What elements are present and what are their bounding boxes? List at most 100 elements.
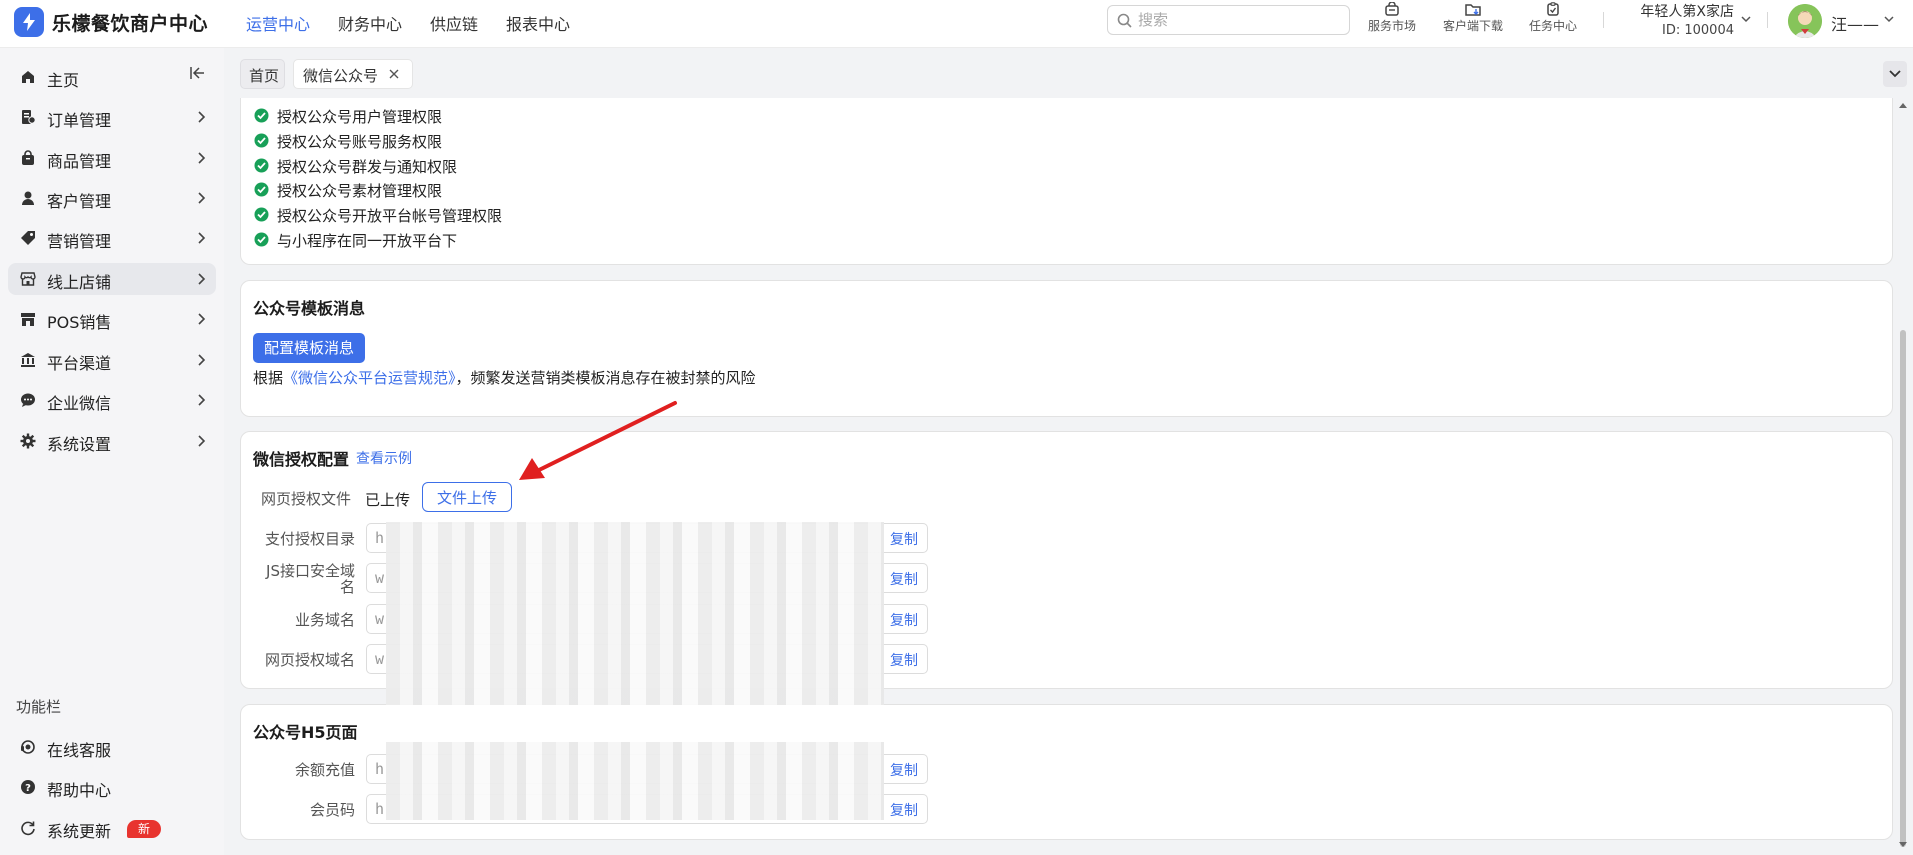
check-circle-icon (254, 108, 269, 123)
sidebar-item-label: 商品管理 (47, 152, 112, 171)
sidebar-item-label: 系统设置 (47, 435, 112, 454)
sidebar-item-label: 帮助中心 (47, 781, 112, 800)
field-label: 会员码 (309, 801, 355, 819)
sidebar-item-marketing[interactable]: 营销管理 (8, 222, 216, 254)
app-logo-icon[interactable] (14, 7, 44, 37)
chevron-down-icon[interactable] (1740, 13, 1752, 25)
field-label: JS接口安全域名 (266, 562, 355, 596)
svg-text:?: ? (25, 783, 31, 794)
content-scrollbar[interactable] (1897, 98, 1909, 855)
chevron-right-icon (198, 111, 206, 123)
check-circle-icon (254, 182, 269, 197)
sidebar-item-label: 营销管理 (47, 232, 112, 251)
sidebar-item-wecom[interactable]: 企业微信 (8, 384, 216, 416)
privacy-blur (386, 742, 884, 820)
store-bag-icon (1385, 2, 1399, 16)
close-icon[interactable] (388, 66, 400, 82)
sidebar-item-settings[interactable]: 系统设置 (8, 425, 216, 457)
check-circle-icon (254, 158, 269, 173)
bank-icon (21, 353, 35, 367)
search-input[interactable] (1138, 9, 1338, 31)
top-bar: 乐檬餐饮商户中心 运营中心 财务中心 供应链 报表中心 服务市场 客户端下载 任… (0, 0, 1913, 48)
template-rule-text: 根据《微信公众平台运营规范》，频繁发送营销类模板消息存在被封禁的风险 (253, 369, 756, 387)
help-icon: ? (21, 780, 35, 794)
headset-icon (21, 740, 35, 754)
scroll-down-icon[interactable] (1899, 842, 1907, 848)
tool-service-market[interactable]: 服务市场 (1364, 2, 1420, 34)
sidebar-item-help-center[interactable]: ? 帮助中心 (8, 771, 216, 803)
sidebar-item-channels[interactable]: 平台渠道 (8, 344, 216, 376)
tab-label: 首页 (249, 67, 280, 85)
scrollbar-thumb[interactable] (1900, 330, 1906, 847)
copy-button[interactable]: 复制 (890, 529, 918, 549)
section-title: 微信授权配置 (253, 450, 350, 469)
sidebar-item-system-update[interactable]: 系统更新 新 (8, 812, 216, 844)
sidebar-item-online-store[interactable]: 线上店铺 (8, 263, 216, 295)
chevron-right-icon (198, 435, 206, 447)
shop-icon (20, 272, 36, 286)
divider (1603, 12, 1604, 28)
sidebar-item-label: 线上店铺 (47, 273, 112, 292)
topnav-finance[interactable]: 财务中心 (338, 11, 402, 35)
copy-button[interactable]: 复制 (890, 610, 918, 630)
username[interactable]: 汪—— (1831, 11, 1879, 35)
sidebar-item-customers[interactable]: 客户管理 (8, 182, 216, 214)
file-status: 已上传 (365, 491, 411, 509)
tool-task-center[interactable]: 任务中心 (1525, 2, 1581, 34)
sidebar-item-goods[interactable]: 商品管理 (8, 142, 216, 174)
goods-icon (22, 150, 34, 165)
tab-dropdown-button[interactable] (1883, 61, 1907, 87)
tool-label: 客户端下载 (1442, 19, 1503, 33)
tab-home[interactable]: 首页 (240, 59, 285, 89)
new-badge: 新 (127, 820, 161, 838)
function-bar-title: 功能栏 (16, 698, 62, 716)
user-icon (22, 191, 34, 205)
sidebar-item-pos[interactable]: POS销售 (8, 303, 216, 335)
sidebar-item-online-service[interactable]: 在线客服 (8, 731, 216, 763)
home-icon (22, 71, 34, 83)
clipboard-icon (1547, 2, 1559, 16)
sidebar-item-label: 主页 (47, 71, 80, 90)
order-icon (22, 110, 36, 124)
sidebar: 主页 订单管理 商品管理 客户管理 营销管理 线上店铺 POS销售 平台渠道 企… (0, 48, 224, 855)
template-message-card: 公众号模板消息 配置模板消息 根据《微信公众平台运营规范》，频繁发送营销类模板消… (240, 280, 1893, 417)
sidebar-item-label: 系统更新 (47, 822, 112, 841)
chat-icon (21, 393, 35, 407)
copy-button[interactable]: 复制 (890, 760, 918, 780)
tool-label: 服务市场 (1367, 19, 1416, 33)
chevron-right-icon (198, 354, 206, 366)
sidebar-item-label: 客户管理 (47, 192, 112, 211)
download-folder-icon (1465, 4, 1481, 16)
divider (1767, 12, 1768, 28)
tool-client-download[interactable]: 客户端下载 (1439, 2, 1507, 34)
file-upload-button[interactable]: 文件上传 (422, 482, 512, 512)
store-switcher[interactable]: 年轻人第X家店 ID: 100004 (1612, 1, 1734, 38)
sidebar-item-orders[interactable]: 订单管理 (8, 101, 216, 133)
copy-button[interactable]: 复制 (890, 650, 918, 670)
top-nav: 运营中心 财务中心 供应链 报表中心 (246, 11, 570, 35)
field-label: 业务域名 (294, 611, 355, 629)
topnav-reports[interactable]: 报表中心 (506, 11, 570, 35)
configure-template-button[interactable]: 配置模板消息 (253, 333, 366, 363)
field-label: 支付授权目录 (264, 530, 355, 548)
pos-store-icon (21, 313, 35, 326)
avatar[interactable] (1788, 4, 1822, 38)
annotation-arrow-icon (519, 401, 677, 480)
section-title: 公众号模板消息 (253, 299, 366, 318)
chevron-down-icon[interactable] (1883, 13, 1895, 25)
copy-button[interactable]: 复制 (890, 569, 918, 589)
sidebar-item-label: 企业微信 (47, 394, 112, 413)
topnav-supply-chain[interactable]: 供应链 (430, 11, 478, 35)
topnav-operations[interactable]: 运营中心 (246, 11, 310, 35)
search-box[interactable] (1107, 5, 1350, 35)
scroll-up-icon[interactable] (1899, 102, 1907, 108)
tab-wechat-official-account[interactable]: 微信公众号 (293, 59, 413, 89)
view-example-link[interactable]: 查看示例 (356, 448, 412, 468)
operation-rules-link[interactable]: 《微信公众平台运营规范》 (283, 369, 456, 387)
chevron-right-icon (198, 192, 206, 204)
check-circle-icon (254, 133, 269, 148)
copy-button[interactable]: 复制 (890, 800, 918, 820)
check-circle-icon (254, 232, 269, 247)
sidebar-item-home[interactable]: 主页 (8, 61, 216, 93)
permissions-card: 授权公众号用户管理权限 授权公众号账号服务权限 授权公众号群发与通知权限 授权公… (240, 98, 1893, 265)
